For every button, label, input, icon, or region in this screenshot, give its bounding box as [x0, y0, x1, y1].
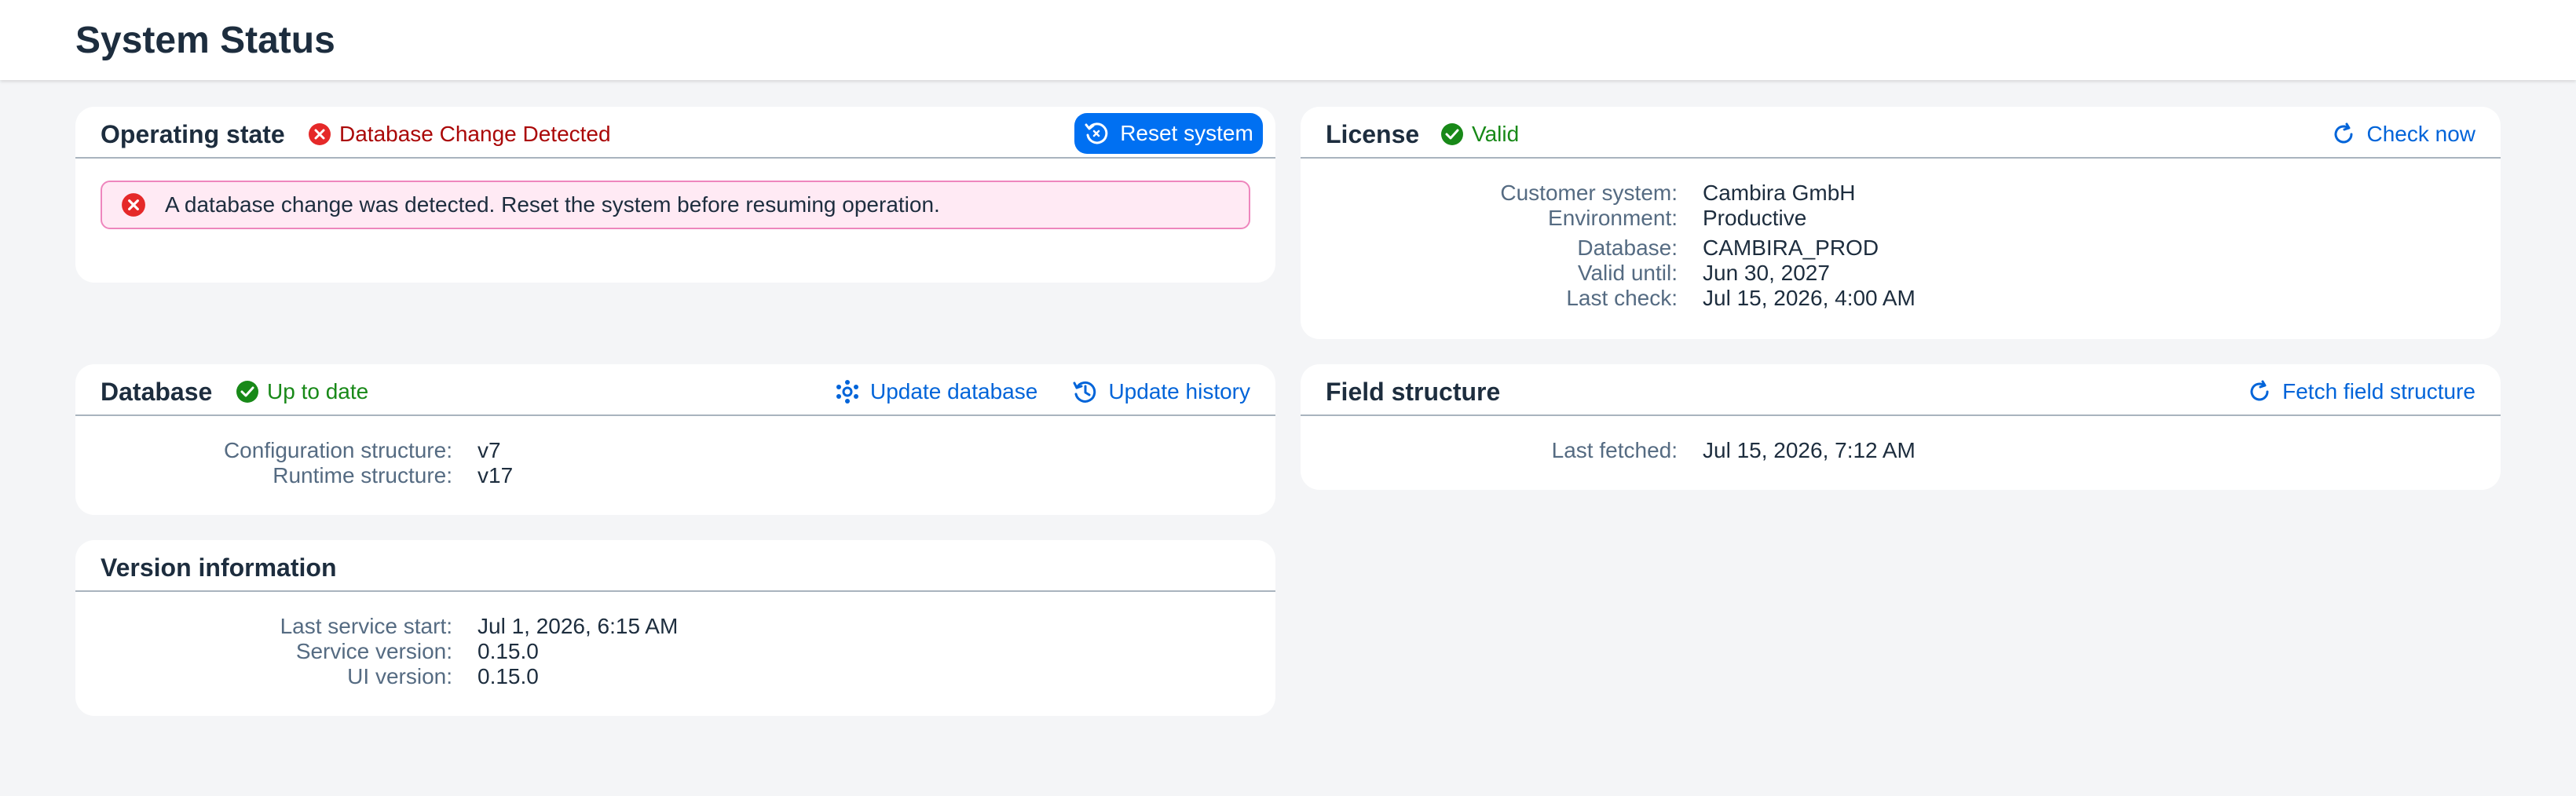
update-history-label: Update history: [1108, 379, 1250, 403]
page-title: System Status: [75, 20, 335, 61]
update-history-button[interactable]: Update history: [1072, 377, 1250, 407]
database-change-alert: A database change was detected. Reset th…: [101, 181, 1250, 229]
reset-system-button[interactable]: Reset system: [1074, 113, 1263, 154]
field-label: UI version:: [347, 664, 452, 688]
field-structure-header: Field structure Fetch field structure: [1301, 364, 2501, 416]
check-circle-icon: [236, 380, 259, 403]
field-value: Jun 30, 2027: [1703, 261, 1830, 285]
field-value: Cambira GmbH: [1703, 181, 1856, 205]
field-label: Service version:: [295, 639, 452, 663]
field-row: Runtime structure: v17: [75, 463, 513, 488]
field-label: Configuration structure:: [223, 438, 452, 462]
field-row: Configuration structure: v7: [75, 438, 513, 463]
database-header: Database Up to date Update database Upda…: [75, 364, 1275, 416]
field-row: Last check: Jul 15, 2026, 4:00 AM: [1301, 286, 1916, 311]
field-label: Valid until:: [1577, 261, 1678, 285]
field-structure-title: Field structure: [1326, 378, 1501, 406]
database-title: Database: [101, 378, 213, 406]
version-header: Version information: [75, 540, 1275, 592]
field-label: Last fetched:: [1551, 438, 1678, 462]
license-status-text: Valid: [1472, 122, 1520, 146]
field-label: Last check:: [1566, 286, 1678, 310]
field-value: Jul 1, 2026, 6:15 AM: [478, 614, 679, 638]
license-header: License Valid Check now: [1301, 107, 2501, 159]
license-fields: Customer system: Cambira GmbH Environmen…: [1301, 181, 1916, 311]
license-card: License Valid Check now Customer system:…: [1301, 107, 2501, 339]
refresh-icon: [2330, 121, 2357, 148]
field-value: v17: [478, 463, 514, 487]
check-now-button[interactable]: Check now: [2330, 119, 2475, 149]
history-icon: [1072, 378, 1099, 405]
field-value: Productive: [1703, 206, 1807, 230]
alert-message: A database change was detected. Reset th…: [165, 192, 940, 217]
database-status-text: Up to date: [267, 379, 369, 403]
field-row: UI version: 0.15.0: [75, 664, 678, 689]
license-status: Valid: [1440, 119, 1519, 149]
field-label: Customer system:: [1500, 181, 1678, 205]
operating-state-header: Operating state Database Change Detected…: [75, 107, 1275, 159]
version-title: Version information: [101, 553, 337, 582]
fetch-field-structure-label: Fetch field structure: [2282, 379, 2475, 403]
field-value: 0.15.0: [478, 664, 539, 688]
field-row: Customer system: Cambira GmbH: [1301, 181, 1916, 206]
database-card: Database Up to date Update database Upda…: [75, 364, 1275, 515]
field-label: Environment:: [1548, 206, 1678, 230]
check-circle-icon: [1440, 122, 1464, 146]
field-value: 0.15.0: [478, 639, 539, 663]
field-value: Jul 15, 2026, 4:00 AM: [1703, 286, 1916, 310]
field-label: Last service start:: [280, 614, 452, 638]
update-database-button[interactable]: Update database: [834, 377, 1037, 407]
check-now-label: Check now: [2366, 122, 2475, 146]
error-circle-icon: [121, 192, 146, 217]
update-database-label: Update database: [870, 379, 1038, 403]
field-label: Runtime structure:: [273, 463, 452, 487]
field-value: Jul 15, 2026, 7:12 AM: [1703, 438, 1916, 462]
field-row: Service version: 0.15.0: [75, 639, 678, 664]
operating-state-status-text: Database Change Detected: [339, 122, 611, 146]
field-structure-card: Field structure Fetch field structure La…: [1301, 364, 2501, 490]
field-value: v7: [478, 438, 501, 462]
field-row: Valid until: Jun 30, 2027: [1301, 261, 1916, 286]
field-row: Last fetched: Jul 15, 2026, 7:12 AM: [1301, 438, 1916, 463]
reset-icon: [1084, 121, 1109, 146]
field-row: Environment: Productive: [1301, 206, 1916, 231]
fetch-field-structure-button[interactable]: Fetch field structure: [2246, 377, 2475, 407]
operating-state-status: Database Change Detected: [308, 119, 611, 149]
database-status: Up to date: [236, 377, 368, 407]
database-fields: Configuration structure: v7 Runtime stru…: [75, 438, 513, 488]
field-label: Database:: [1577, 236, 1678, 260]
error-circle-icon: [308, 122, 331, 146]
field-row: Last service start: Jul 1, 2026, 6:15 AM: [75, 614, 679, 639]
field-structure-fields: Last fetched: Jul 15, 2026, 7:12 AM: [1301, 438, 1916, 463]
field-row: Database: CAMBIRA_PROD: [1301, 236, 1916, 261]
refresh-icon: [2246, 378, 2273, 405]
reset-system-label: Reset system: [1120, 121, 1253, 145]
license-title: License: [1326, 120, 1420, 148]
operating-state-card: Operating state Database Change Detected…: [75, 107, 1275, 283]
page-header: System Status: [0, 0, 2576, 80]
update-database-icon: [834, 378, 861, 405]
operating-state-title: Operating state: [101, 120, 285, 148]
version-fields: Last service start: Jul 1, 2026, 6:15 AM…: [75, 614, 679, 689]
field-value: CAMBIRA_PROD: [1703, 236, 1879, 260]
version-card: Version information Last service start: …: [75, 540, 1275, 716]
